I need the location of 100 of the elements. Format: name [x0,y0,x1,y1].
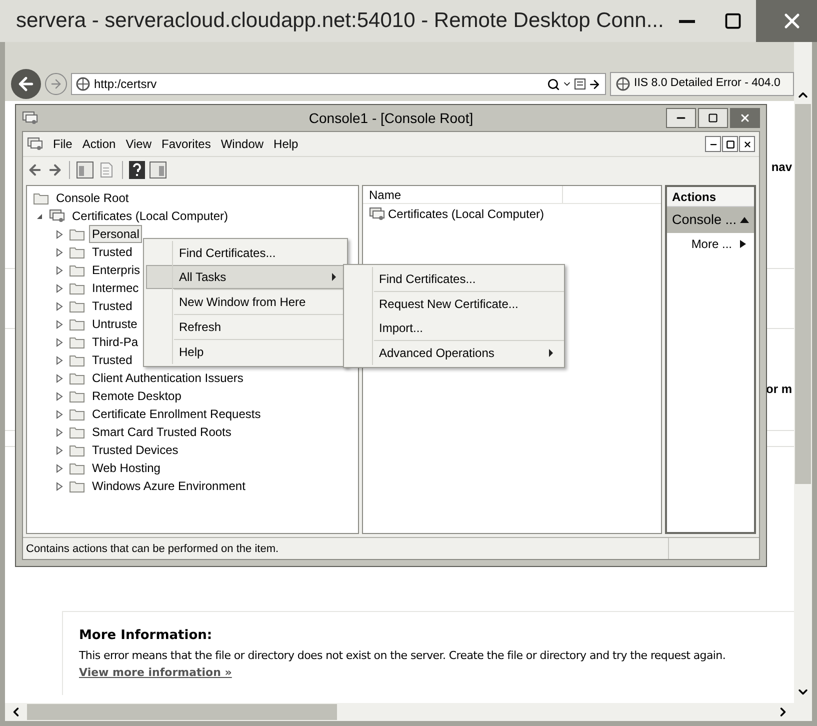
menu-bar-item[interactable]: Help [274,135,298,153]
back-icon[interactable] [27,162,43,178]
go-icon[interactable] [588,78,601,90]
console-title: Console1 - [Console Root] [308,108,474,128]
collapsed-arrow-icon[interactable] [54,284,64,292]
close-icon [742,140,752,148]
submenu-arrow-icon [548,349,554,357]
collapsed-arrow-icon[interactable] [54,482,64,490]
menu-item[interactable]: Import... [346,316,563,340]
minimize-icon [678,20,695,22]
tree-item[interactable]: Console Root [53,189,132,207]
back-arrow-icon [16,74,36,94]
tree-item[interactable]: Trusted [89,297,136,315]
tree-item[interactable]: Certificate Enrollment Requests [89,405,264,423]
tree-item[interactable]: Windows Azure Environment [89,477,248,495]
menu-item[interactable]: Find Certificates... [346,267,563,291]
folder-icon [69,318,85,330]
collapse-arrow-icon[interactable] [740,217,749,223]
folder-icon [69,462,85,474]
menu-bar-item[interactable]: Favorites [162,135,211,153]
scrollbar-thumb[interactable] [27,704,337,720]
tree-item[interactable]: Personal [89,225,142,243]
document-minimize-button[interactable] [705,136,721,152]
scrollbar-thumb[interactable] [795,104,811,484]
tree-item[interactable]: Trusted Devices [89,441,182,459]
tree-item[interactable]: Intermec [89,279,142,297]
collapsed-arrow-icon[interactable] [54,374,64,382]
error-description: This error means that the file or directory does not exist on the server. Create the file or directory and try the request again. [79,648,727,664]
menu-item[interactable]: Find Certificates... [146,241,346,265]
collapsed-arrow-icon[interactable] [54,248,64,256]
tree-item[interactable]: Smart Card Trusted Roots [89,423,234,441]
folder-icon [69,390,85,402]
tree-item[interactable]: Untruste [89,315,140,333]
tree-item[interactable]: Remote Desktop [89,387,184,405]
menu-item[interactable]: New Window from Here [146,290,346,314]
forward-icon[interactable] [47,162,63,178]
menu-item[interactable]: Request New Certificate... [346,292,563,316]
document-restore-button[interactable] [722,136,738,152]
close-icon [739,112,751,124]
maximize-button[interactable] [698,108,728,128]
vertical-scrollbar[interactable] [794,42,812,721]
back-button[interactable] [11,69,41,99]
folder-icon [69,336,85,348]
tree-item[interactable]: Enterpris [89,261,144,279]
folder-icon [69,264,85,276]
tree-item[interactable]: Trusted [89,351,136,369]
show-tree-icon[interactable] [76,160,94,178]
column-header[interactable]: Name [363,186,563,203]
folder-icon [69,444,85,456]
collapsed-arrow-icon[interactable] [54,230,64,238]
collapsed-arrow-icon[interactable] [54,464,64,472]
menu-bar-item[interactable]: Action [82,135,116,153]
collapsed-arrow-icon[interactable] [54,302,64,310]
tree-item[interactable]: Third-Pa [89,333,142,351]
collapsed-arrow-icon[interactable] [54,446,64,454]
folder-icon [69,426,85,438]
menu-bar-item[interactable]: File [53,135,72,153]
folder-icon [69,408,85,420]
show-action-pane-icon[interactable] [149,160,167,178]
menu-bar-item[interactable]: Window [220,135,264,153]
globe-icon [76,77,90,91]
collapsed-arrow-icon[interactable] [54,428,64,436]
tree-item[interactable]: Trusted [89,243,136,261]
menu-bar-item[interactable]: View [126,135,152,153]
folder-icon [69,282,85,294]
window-title: servera - serveracloud.cloudapp.net:54010 - Remote Desktop Conn... [16,8,664,34]
restore-icon [726,140,734,148]
address-bar[interactable]: http:/certsrv [71,73,606,95]
status-text: Contains actions that can be performed on the item. [23,538,669,559]
maximize-icon [708,113,718,123]
compatibility-icon[interactable] [574,78,586,90]
actions-header: Actions [667,187,754,207]
menu-item[interactable]: Advanced Operations [346,341,563,365]
browser-tab[interactable]: IIS 8.0 Detailed Error - 404.0 [610,72,794,96]
document-close-button[interactable] [739,136,755,152]
more-actions-item[interactable]: More ... [667,233,754,255]
globe-icon [616,77,630,91]
page-text: or m [766,381,793,398]
close-button[interactable] [756,0,817,42]
action-section-header[interactable]: Console ... [667,207,754,233]
menu-item[interactable]: Help [146,340,346,364]
folder-icon [69,480,85,492]
tree-item[interactable]: Client Authentication Issuers [89,369,246,387]
tree-item[interactable]: Certificates (Local Computer) [69,207,232,225]
collapsed-arrow-icon[interactable] [54,392,64,400]
help-icon[interactable] [129,160,145,178]
expanded-arrow-icon[interactable] [34,212,44,220]
more-information-link[interactable]: View more information » [79,664,794,681]
collapsed-arrow-icon[interactable] [54,410,64,418]
menu-item[interactable]: All Tasks [146,265,346,289]
list-item[interactable]: Certificates (Local Computer) [388,205,544,223]
horizontal-scrollbar[interactable] [5,703,794,721]
close-button[interactable] [730,108,760,128]
collapsed-arrow-icon[interactable] [54,320,64,328]
menu-item[interactable]: Refresh [146,315,346,339]
collapsed-arrow-icon[interactable] [54,338,64,346]
search-icon[interactable] [547,78,560,90]
tree-item[interactable]: Web Hosting [89,459,164,477]
collapsed-arrow-icon[interactable] [54,356,64,364]
collapsed-arrow-icon[interactable] [54,266,64,274]
